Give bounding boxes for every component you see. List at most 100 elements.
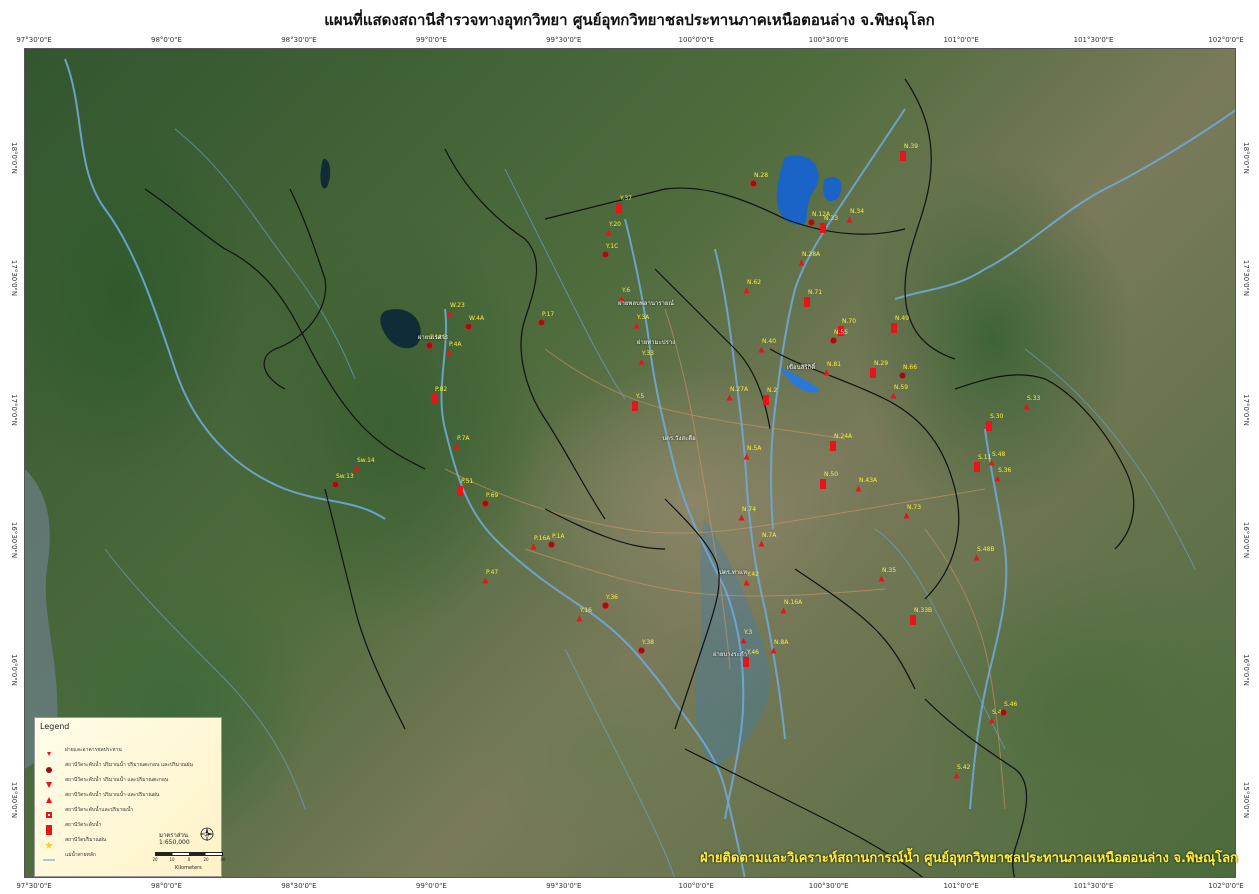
station-label: N.74: [742, 506, 757, 513]
station-label: N.55: [834, 329, 849, 336]
station-label: P.17: [542, 311, 555, 318]
legend-item-label: สถานีวัดระดับน้ำและปริมาณน้ำ: [65, 807, 134, 813]
station-label: N.7A: [762, 532, 777, 539]
legend-panel: Legend ฝายและอาคารชลประทาน สถานีวัดระดับน…: [34, 717, 226, 877]
graticule-label: 101°0'0"E: [943, 36, 979, 44]
station-label: N.27A: [730, 386, 749, 393]
station-label: N.16A: [784, 599, 803, 606]
station-label: N.33B: [914, 607, 933, 614]
scale-tick: 20: [203, 857, 209, 862]
station-label: S.46: [1004, 701, 1018, 708]
station-label: Y.3: [744, 629, 753, 636]
place-label: ปตร.ท่าแห: [719, 569, 747, 576]
graticule-right: 18°0'0"N 17°30'0"N 17°0'0"N 16°30'0"N 16°0'0…: [1240, 48, 1252, 878]
place-label: ปตร.วังสะตือ: [662, 435, 696, 442]
legend-symbol-icon: [43, 790, 55, 803]
graticule-bottom: 97°30'0"E 98°0'0"E 98°30'0"E 99°0'0"E 99°30'…: [16, 882, 1243, 894]
station-label: N.35: [882, 567, 897, 574]
station-label: Y.5: [636, 393, 645, 400]
scale-tick: 40: [220, 857, 226, 862]
graticule-label: 15°30'0"N: [10, 781, 18, 819]
legend-symbol-icon: [43, 760, 55, 773]
tributaries: [104, 128, 1196, 877]
reservoir-north: [823, 176, 842, 202]
graticule-label: 99°30'0"E: [546, 882, 582, 890]
graticule-label: 18°0'0"N: [1242, 142, 1250, 174]
legend-symbol-icon: [43, 775, 55, 788]
main-rivers: [64, 58, 1235, 877]
graticule-label: 98°30'0"E: [281, 882, 317, 890]
legend-item-level: สถานีวัดระดับน้ำ: [43, 820, 221, 835]
province-boundaries: [144, 78, 1135, 877]
station-label: W.4A: [469, 315, 485, 322]
legend-symbol-icon: [43, 835, 55, 849]
station-label: S.33: [1027, 395, 1041, 402]
station-label: P.1A: [552, 533, 565, 540]
station-label: Sw.14: [357, 457, 375, 464]
legend-symbol-icon: [43, 820, 55, 835]
station-label: N.34: [850, 208, 865, 215]
graticule-label: 100°0'0"E: [678, 882, 714, 890]
graticule-label: 98°30'0"E: [281, 36, 317, 44]
station-label: N.59: [894, 384, 909, 391]
legend-item-label: สถานีวัดปริมาณฝน: [65, 837, 107, 843]
footer-credit: ฝ่ายติดตามและวิเคราะห์สถานการณ์น้ำ ศูนย์…: [700, 851, 1238, 866]
legend-symbol-icon: [43, 745, 55, 756]
graticule-label: 99°0'0"E: [415, 36, 447, 44]
scale-tick: 20: [152, 857, 158, 862]
station-label: Y.6: [622, 287, 631, 294]
graticule-top: 97°30'0"E 98°0'0"E 98°30'0"E 99°0'0"E 99°30'…: [16, 36, 1243, 48]
station-label: N.66: [903, 364, 918, 371]
graticule-label: 18°0'0"N: [10, 142, 18, 174]
station-label: N.50: [824, 471, 839, 478]
station-label: Y.33: [642, 350, 654, 357]
legend-item-level-flow-sediment-rain: สถานีวัดระดับน้ำ ปริมาณน้ำ ปริมาณตะกอน แ…: [43, 760, 221, 773]
station-label: N.33: [824, 215, 839, 222]
station-label: S.30: [990, 413, 1004, 420]
place-label: ฝายท่ามะปราง: [636, 339, 676, 346]
place-label: ฝายบางระกำ: [713, 651, 747, 658]
graticule-label: 15°30'0"N: [1242, 781, 1250, 819]
place-label: ฝายพลบพลานารายณ์: [618, 300, 674, 307]
reservoir-bhumibol: [380, 309, 421, 349]
station-label: Y.38: [642, 639, 654, 646]
station-label: S.48: [992, 451, 1006, 458]
station-label: S.48B: [977, 546, 995, 553]
station-label: N.8A: [774, 639, 789, 646]
legend-item-label: แม่น้ำสายหลัก: [65, 852, 96, 858]
station-label: Sw.13: [336, 473, 354, 480]
station-label: P.7A: [457, 435, 470, 442]
graticule-label: 97°30'0"E: [16, 36, 52, 44]
station-label: N.40: [762, 338, 777, 345]
station-label: N.39: [904, 143, 919, 150]
legend-item-level-flow-rain: สถานีวัดระดับน้ำ ปริมาณน้ำ และปริมาณฝน: [43, 790, 221, 803]
station-label: P.51: [461, 478, 474, 485]
place-label: ฝายนเรศวร: [417, 334, 449, 341]
station-label: S.36: [998, 467, 1012, 474]
graticule-label: 16°30'0"N: [10, 521, 18, 559]
graticule-label: 101°0'0"E: [943, 882, 979, 890]
legend-item-level-flow: สถานีวัดระดับน้ำและปริมาณน้ำ: [43, 805, 221, 818]
legend-item-label: สถานีวัดระดับน้ำ: [65, 822, 102, 828]
station-label: P.47: [486, 569, 499, 576]
graticule-label: 98°0'0"E: [150, 882, 182, 890]
legend-item-label: สถานีวัดระดับน้ำ ปริมาณน้ำ และปริมาณฝน: [65, 792, 160, 798]
station-label: N.71: [808, 289, 823, 296]
scale-tick: 10: [169, 857, 175, 862]
station-label: P.4A: [449, 341, 462, 348]
legend-item-rain: สถานีวัดปริมาณฝน: [43, 835, 221, 849]
graticule-label: 102°0'0"E: [1208, 882, 1244, 890]
scale-ticks: 20 10 0 20 40: [151, 857, 231, 864]
legend-symbol-icon: [43, 850, 55, 861]
station-label: P.69: [486, 492, 499, 499]
station-label: Y.1C: [606, 243, 619, 250]
graticule-label: 99°30'0"E: [546, 36, 582, 44]
graticule-label: 16°30'0"N: [1242, 521, 1250, 559]
station-label: Y.16: [580, 607, 592, 614]
scale-bar: [155, 852, 223, 856]
graticule-label: 100°30'0"E: [808, 36, 849, 44]
legend-item-level-flow-sediment: สถานีวัดระดับน้ำ ปริมาณน้ำ และปริมาณตะกอ…: [43, 775, 221, 788]
station-label: Y.46: [747, 649, 759, 656]
station-label: N.24A: [834, 433, 853, 440]
graticule-label: 99°0'0"E: [415, 882, 447, 890]
